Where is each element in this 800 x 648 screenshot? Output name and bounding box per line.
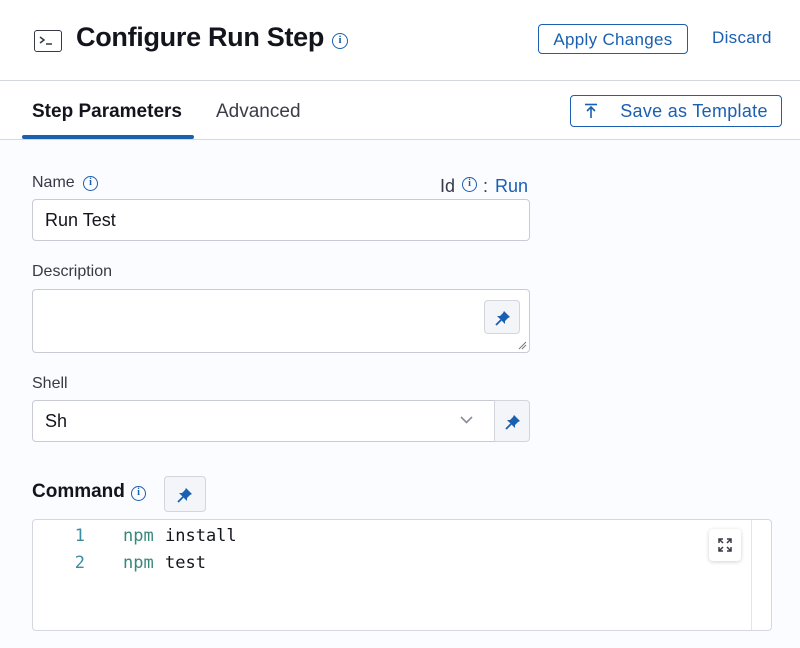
tab-advanced[interactable]: Advanced	[216, 101, 301, 123]
name-info-icon[interactable]: i	[83, 176, 98, 191]
command-pin-button[interactable]	[164, 476, 206, 512]
tab-bar: Step Parameters Advanced Save as Templat…	[0, 81, 800, 140]
id-value[interactable]: Run	[495, 176, 528, 197]
shell-label: Shell	[32, 375, 68, 392]
code-keyword: npm	[123, 553, 154, 573]
id-info-icon[interactable]: i	[462, 177, 477, 192]
pin-icon	[505, 415, 520, 430]
command-code-editor[interactable]: 1 npm install 2 npm test	[32, 519, 772, 631]
code-argument: test	[165, 553, 206, 573]
expand-icon	[718, 538, 732, 552]
code-keyword: npm	[123, 526, 154, 546]
apply-changes-button[interactable]: Apply Changes	[538, 24, 688, 54]
chevron-down-icon	[460, 416, 473, 424]
description-label: Description	[32, 263, 113, 280]
save-as-template-label: Save as Template	[620, 100, 768, 121]
tab-step-parameters[interactable]: Step Parameters	[32, 101, 182, 123]
page-title: Configure Run Step	[76, 22, 325, 52]
expand-editor-button[interactable]	[709, 529, 741, 561]
terminal-icon	[34, 30, 62, 52]
resize-handle-icon[interactable]	[518, 341, 527, 350]
active-tab-indicator	[22, 135, 194, 139]
description-textarea[interactable]	[32, 289, 530, 353]
command-label: Command	[32, 481, 125, 502]
dialog-header: Configure Run Step i Apply Changes Disca…	[0, 0, 800, 81]
shell-select-value: Sh	[45, 411, 68, 431]
pin-icon	[495, 311, 510, 326]
discard-button[interactable]: Discard	[712, 28, 772, 48]
upload-icon	[585, 103, 597, 118]
save-as-template-button[interactable]: Save as Template	[570, 95, 782, 127]
line-number: 1	[74, 526, 85, 546]
description-pin-button[interactable]	[484, 300, 520, 334]
command-info-icon[interactable]: i	[131, 486, 146, 501]
name-input[interactable]: Run Test	[32, 199, 530, 241]
id-separator: :	[483, 176, 489, 196]
shell-select[interactable]: Sh	[32, 400, 496, 442]
title-info-icon[interactable]: i	[332, 33, 348, 49]
shell-pin-button[interactable]	[494, 400, 530, 442]
line-number: 2	[74, 553, 85, 573]
pin-icon	[177, 488, 192, 503]
id-label: Id	[440, 176, 456, 196]
editor-scrollbar[interactable]	[751, 520, 752, 630]
code-argument: install	[165, 526, 237, 546]
name-label: Name	[32, 174, 75, 191]
name-input-value: Run Test	[45, 210, 116, 230]
